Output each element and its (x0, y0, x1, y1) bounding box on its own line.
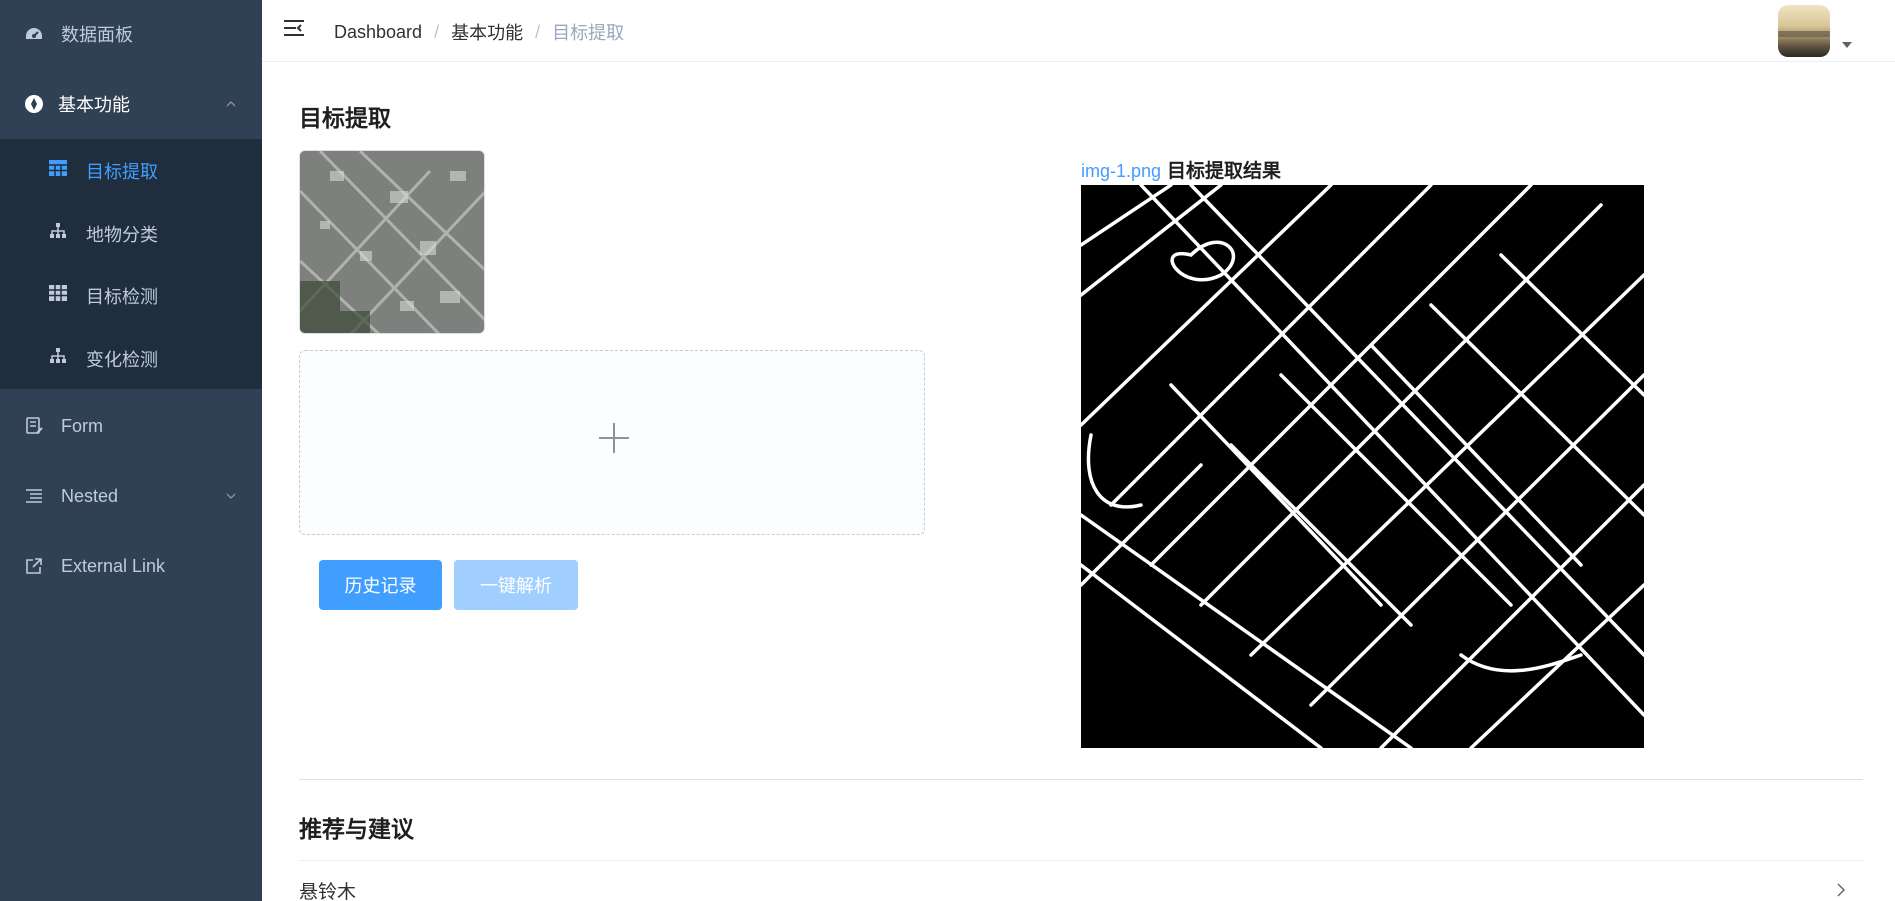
result-filename[interactable]: img-1.png (1081, 161, 1161, 182)
recommend-item[interactable]: 悬铃木 (299, 877, 356, 901)
submenu-item-change-detection[interactable]: 变化检测 (0, 346, 262, 370)
submenu-item-classification[interactable]: 地物分类 (0, 221, 262, 245)
uploaded-image-thumbnail[interactable] (299, 150, 485, 334)
page-title: 目标提取 (299, 105, 391, 131)
image-upload-area[interactable] (299, 350, 925, 535)
list-divider (299, 860, 1863, 861)
breadcrumb-item[interactable]: Dashboard (334, 22, 422, 43)
avatar[interactable] (1778, 5, 1830, 57)
breadcrumb: Dashboard / 基本功能 / 目标提取 (334, 19, 624, 45)
nested-list-icon (24, 486, 44, 506)
sidebar-item-label: Nested (61, 485, 119, 506)
navbar: Dashboard / 基本功能 / 目标提取 (262, 0, 1895, 62)
submenu-item-target-extraction[interactable]: 目标提取 (0, 158, 262, 182)
table-grid-icon (48, 283, 68, 303)
submenu-item-detection[interactable]: 目标检测 (0, 283, 262, 307)
recommend-title: 推荐与建议 (299, 816, 414, 842)
submenu-item-label: 地物分类 (86, 225, 158, 245)
extraction-result-image (1079, 183, 1646, 750)
sidebar-item-label: 数据面板 (61, 25, 133, 45)
chevron-down-icon (226, 493, 236, 499)
sidebar-item-basic[interactable]: 基本功能 (0, 92, 262, 116)
sidebar-item-external-link[interactable]: External Link (0, 554, 262, 578)
dashboard-icon (24, 24, 44, 44)
history-button[interactable]: 历史记录 (319, 560, 442, 610)
result-title: 目标提取结果 (1167, 161, 1282, 182)
sidebar: 数据面板 基本功能 目标提取 地物分类 目标检测 变化检测 Form Neste… (0, 0, 262, 901)
section-divider (299, 779, 1863, 780)
tree-icon (48, 221, 68, 241)
table-grid-icon (48, 158, 68, 178)
submenu-item-label: 变化检测 (86, 350, 158, 370)
sidebar-item-label: 基本功能 (58, 95, 130, 115)
sidebar-item-form[interactable]: Form (0, 414, 262, 438)
sidebar-item-dashboard[interactable]: 数据面板 (0, 22, 262, 46)
tree-icon (48, 346, 68, 366)
caret-down-icon[interactable] (1842, 42, 1852, 48)
breadcrumb-item[interactable]: 基本功能 (451, 19, 523, 45)
menu-toggle-icon[interactable] (282, 18, 306, 40)
circle-nav-icon (24, 94, 44, 114)
analyze-button[interactable]: 一键解析 (454, 560, 578, 610)
result-header: img-1.png 目标提取结果 (1081, 156, 1281, 183)
external-link-icon (24, 556, 44, 576)
sidebar-item-label: Form (61, 415, 103, 436)
chevron-up-icon (226, 101, 236, 107)
sidebar-item-nested[interactable]: Nested (0, 484, 262, 508)
form-icon (24, 416, 44, 436)
submenu-item-label: 目标提取 (86, 162, 158, 182)
breadcrumb-item-current: 目标提取 (552, 23, 625, 43)
sidebar-item-label: External Link (61, 555, 166, 576)
chevron-right-icon[interactable] (1836, 883, 1846, 897)
submenu-item-label: 目标检测 (86, 287, 158, 307)
